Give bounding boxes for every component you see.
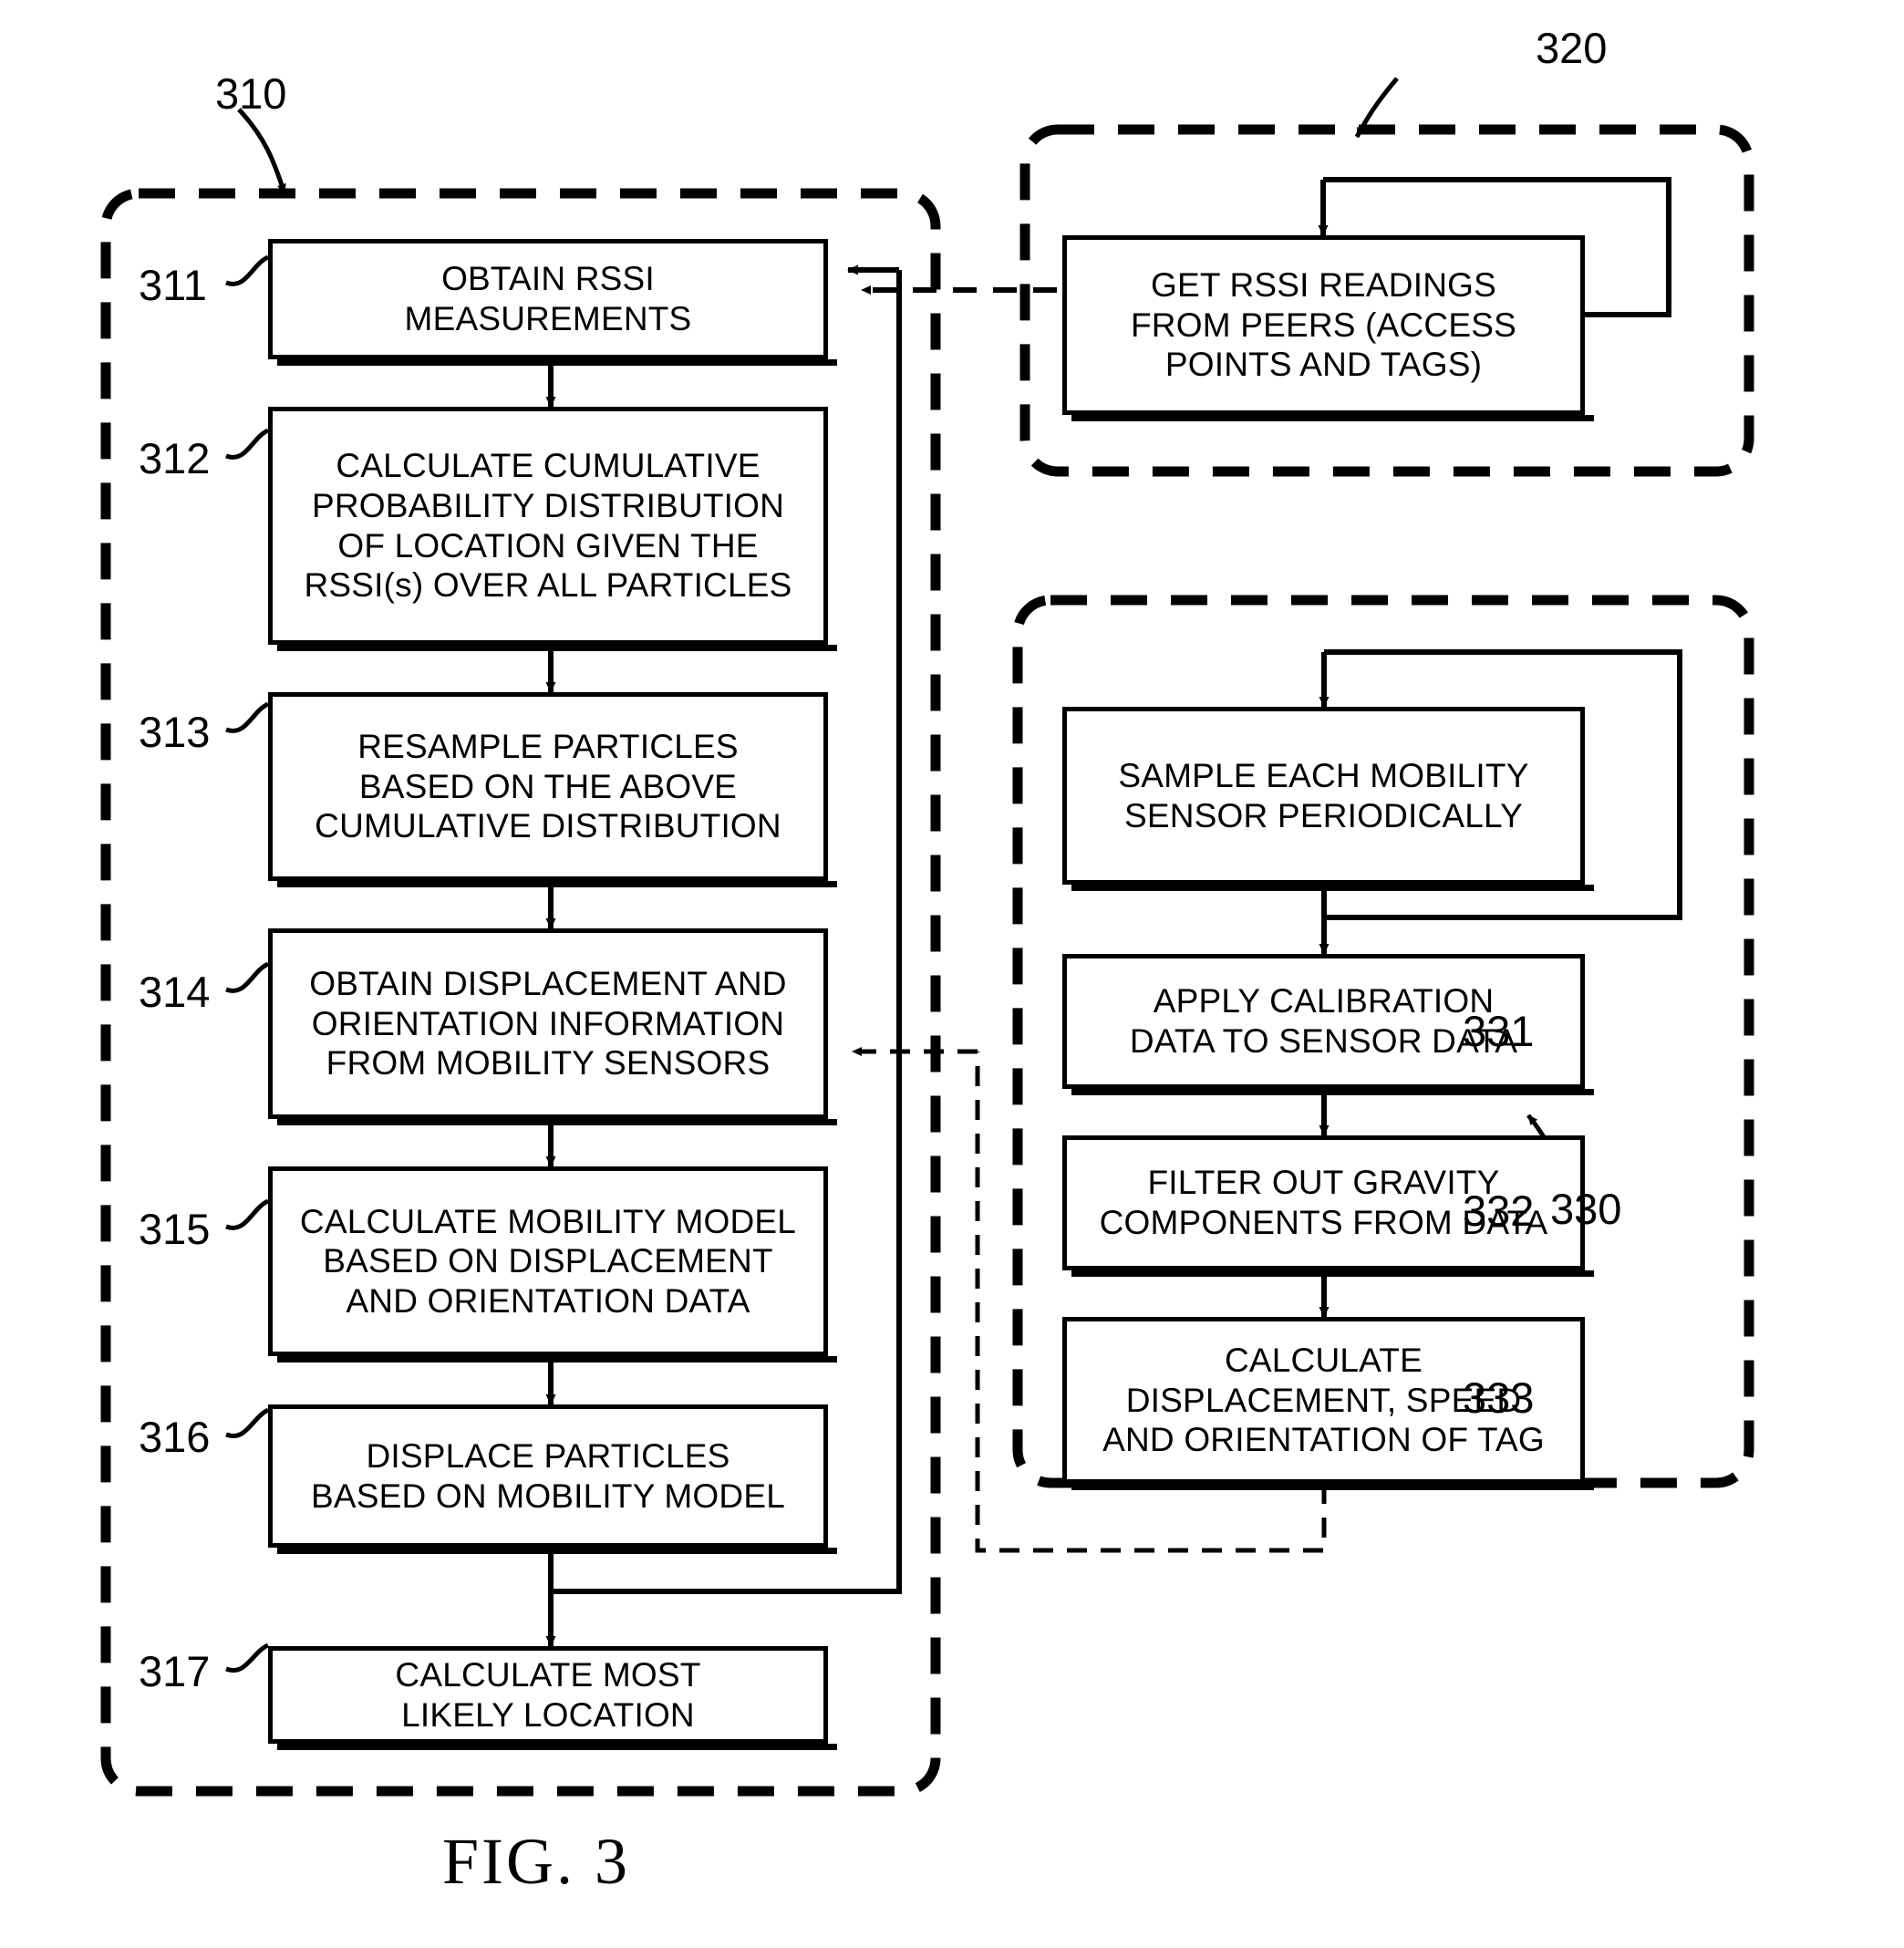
- step-box-317[interactable]: CALCULATE MOST LIKELY LOCATION: [268, 1646, 828, 1744]
- ref-numeral-332: 332: [1463, 1186, 1535, 1235]
- step-box-312[interactable]: CALCULATE CUMULATIVE PROBABILITY DISTRIB…: [268, 407, 828, 645]
- ref-numeral-313: 313: [139, 708, 211, 756]
- ref-numeral-312: 312: [139, 434, 211, 482]
- ref-numeral-311: 311: [139, 261, 207, 309]
- box-shadow: [277, 1744, 837, 1750]
- patent-figure-3: OBTAIN RSSI MEASUREMENTS CALCULATE CUMUL…: [0, 0, 1904, 1948]
- step-label-314: OBTAIN DISPLACEMENT AND ORIENTATION INFO…: [309, 965, 787, 1083]
- box-shadow: [1071, 1484, 1594, 1490]
- box-shadow: [277, 881, 837, 887]
- step-box-315[interactable]: CALCULATE MOBILITY MODEL BASED ON DISPLA…: [268, 1166, 828, 1356]
- box-shadow: [1071, 1270, 1594, 1277]
- box-shadow: [1071, 1089, 1594, 1095]
- ref-numeral-315: 315: [139, 1205, 211, 1253]
- box-shadow: [277, 1548, 837, 1554]
- ref-numeral-333: 333: [1463, 1373, 1535, 1422]
- box-shadow: [277, 359, 837, 366]
- ref-numeral-316: 316: [139, 1413, 211, 1461]
- step-box-get-rssi-readings[interactable]: GET RSSI READINGS FROM PEERS (ACCESS POI…: [1062, 235, 1585, 415]
- step-label-315: CALCULATE MOBILITY MODEL BASED ON DISPLA…: [299, 1202, 797, 1320]
- step-label-311: OBTAIN RSSI MEASUREMENTS: [404, 260, 692, 337]
- box-shadow: [277, 1356, 837, 1363]
- ref-numeral-310: 310: [215, 69, 287, 118]
- box-shadow: [277, 645, 837, 651]
- step-box-314[interactable]: OBTAIN DISPLACEMENT AND ORIENTATION INFO…: [268, 928, 828, 1119]
- figure-caption: FIG. 3: [442, 1825, 631, 1898]
- step-box-311[interactable]: OBTAIN RSSI MEASUREMENTS: [268, 239, 828, 359]
- step-label-313: RESAMPLE PARTICLES BASED ON THE ABOVE CU…: [315, 728, 781, 845]
- step-label-316: DISPLACE PARTICLES BASED ON MOBILITY MOD…: [311, 1436, 785, 1515]
- step-label-sample-mobility-sensor: SAMPLE EACH MOBILITY SENSOR PERIODICALLY: [1118, 756, 1529, 834]
- box-shadow: [1071, 415, 1594, 421]
- ref-numeral-320: 320: [1536, 24, 1608, 72]
- ref-numeral-317: 317: [139, 1647, 211, 1695]
- box-shadow: [277, 1119, 837, 1125]
- box-shadow: [1071, 885, 1594, 891]
- ref-numeral-330: 330: [1550, 1185, 1622, 1233]
- ref-numeral-314: 314: [139, 968, 211, 1016]
- step-label-get-rssi-readings: GET RSSI READINGS FROM PEERS (ACCESS POI…: [1131, 266, 1516, 384]
- step-label-312: CALCULATE CUMULATIVE PROBABILITY DISTRIB…: [304, 447, 792, 605]
- ref-numeral-331: 331: [1463, 1007, 1535, 1055]
- step-label-317: CALCULATE MOST LIKELY LOCATION: [395, 1655, 701, 1734]
- step-box-313[interactable]: RESAMPLE PARTICLES BASED ON THE ABOVE CU…: [268, 692, 828, 881]
- step-box-sample-mobility-sensor[interactable]: SAMPLE EACH MOBILITY SENSOR PERIODICALLY: [1062, 707, 1585, 885]
- step-box-316[interactable]: DISPLACE PARTICLES BASED ON MOBILITY MOD…: [268, 1404, 828, 1548]
